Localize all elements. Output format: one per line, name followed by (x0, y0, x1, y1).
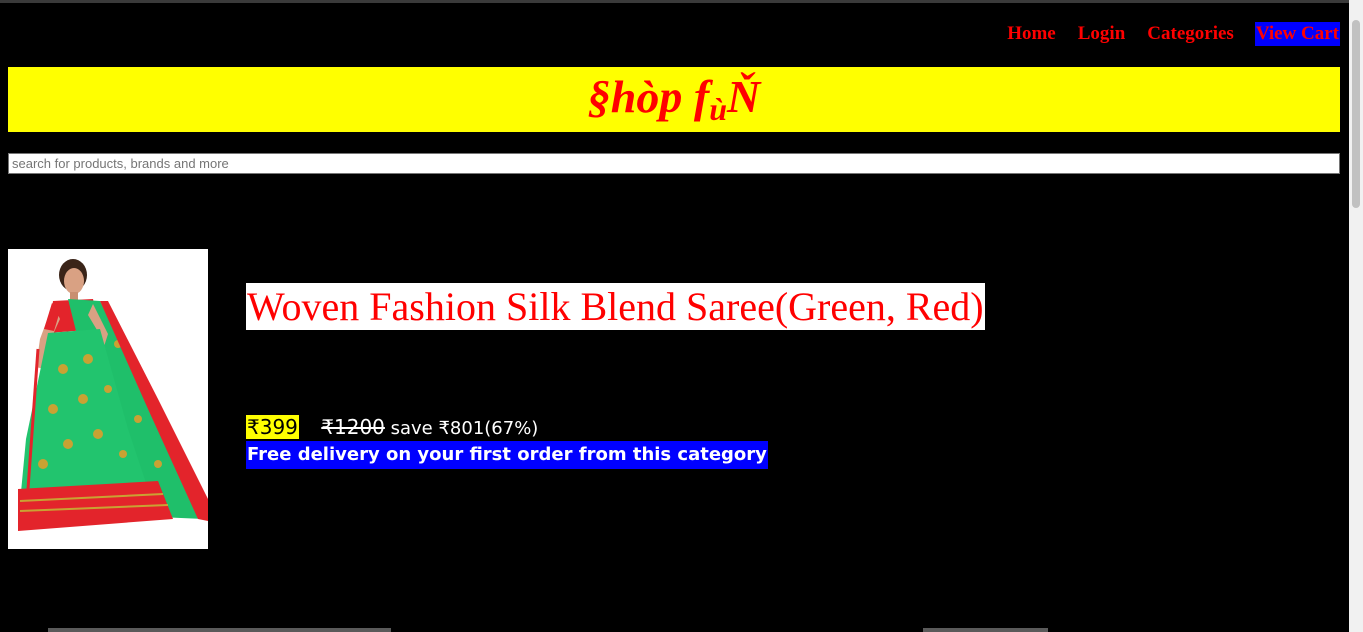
product-mrp: ₹1200 (321, 415, 385, 439)
saree-illustration (8, 249, 208, 549)
top-nav: Home Login Categories View Cart (986, 22, 1340, 46)
logo-main-text: §hòp f (587, 71, 710, 122)
search-input[interactable] (8, 153, 1340, 174)
vertical-scrollbar-thumb[interactable] (1352, 20, 1360, 208)
vertical-scrollbar[interactable] (1349, 0, 1363, 632)
nav-home-link[interactable]: Home (1006, 22, 1057, 46)
site-logo[interactable]: §hòp fùŇ (587, 71, 761, 127)
product-title: Woven Fashion Silk Blend Saree(Green, Re… (246, 283, 985, 330)
horizontal-scrollbar-segment (923, 628, 1048, 632)
brand-banner: §hòp fùŇ (8, 67, 1340, 132)
window-top-border (0, 0, 1363, 3)
logo-sub-text: ù (709, 91, 727, 127)
product-image[interactable] (8, 249, 208, 549)
nav-view-cart-link[interactable]: View Cart (1254, 22, 1340, 46)
logo-end-text: Ň (726, 71, 761, 122)
nav-login-link[interactable]: Login (1077, 22, 1127, 46)
delivery-offer: Free delivery on your first order from t… (246, 441, 768, 469)
nav-categories-link[interactable]: Categories (1146, 22, 1235, 46)
product-savings: save ₹801(67%) (384, 418, 539, 439)
product-price: ₹399 (246, 415, 299, 439)
price-line: ₹399 ₹1200 save ₹801(67%) (246, 414, 538, 442)
horizontal-scrollbar-thumb[interactable] (48, 628, 391, 632)
